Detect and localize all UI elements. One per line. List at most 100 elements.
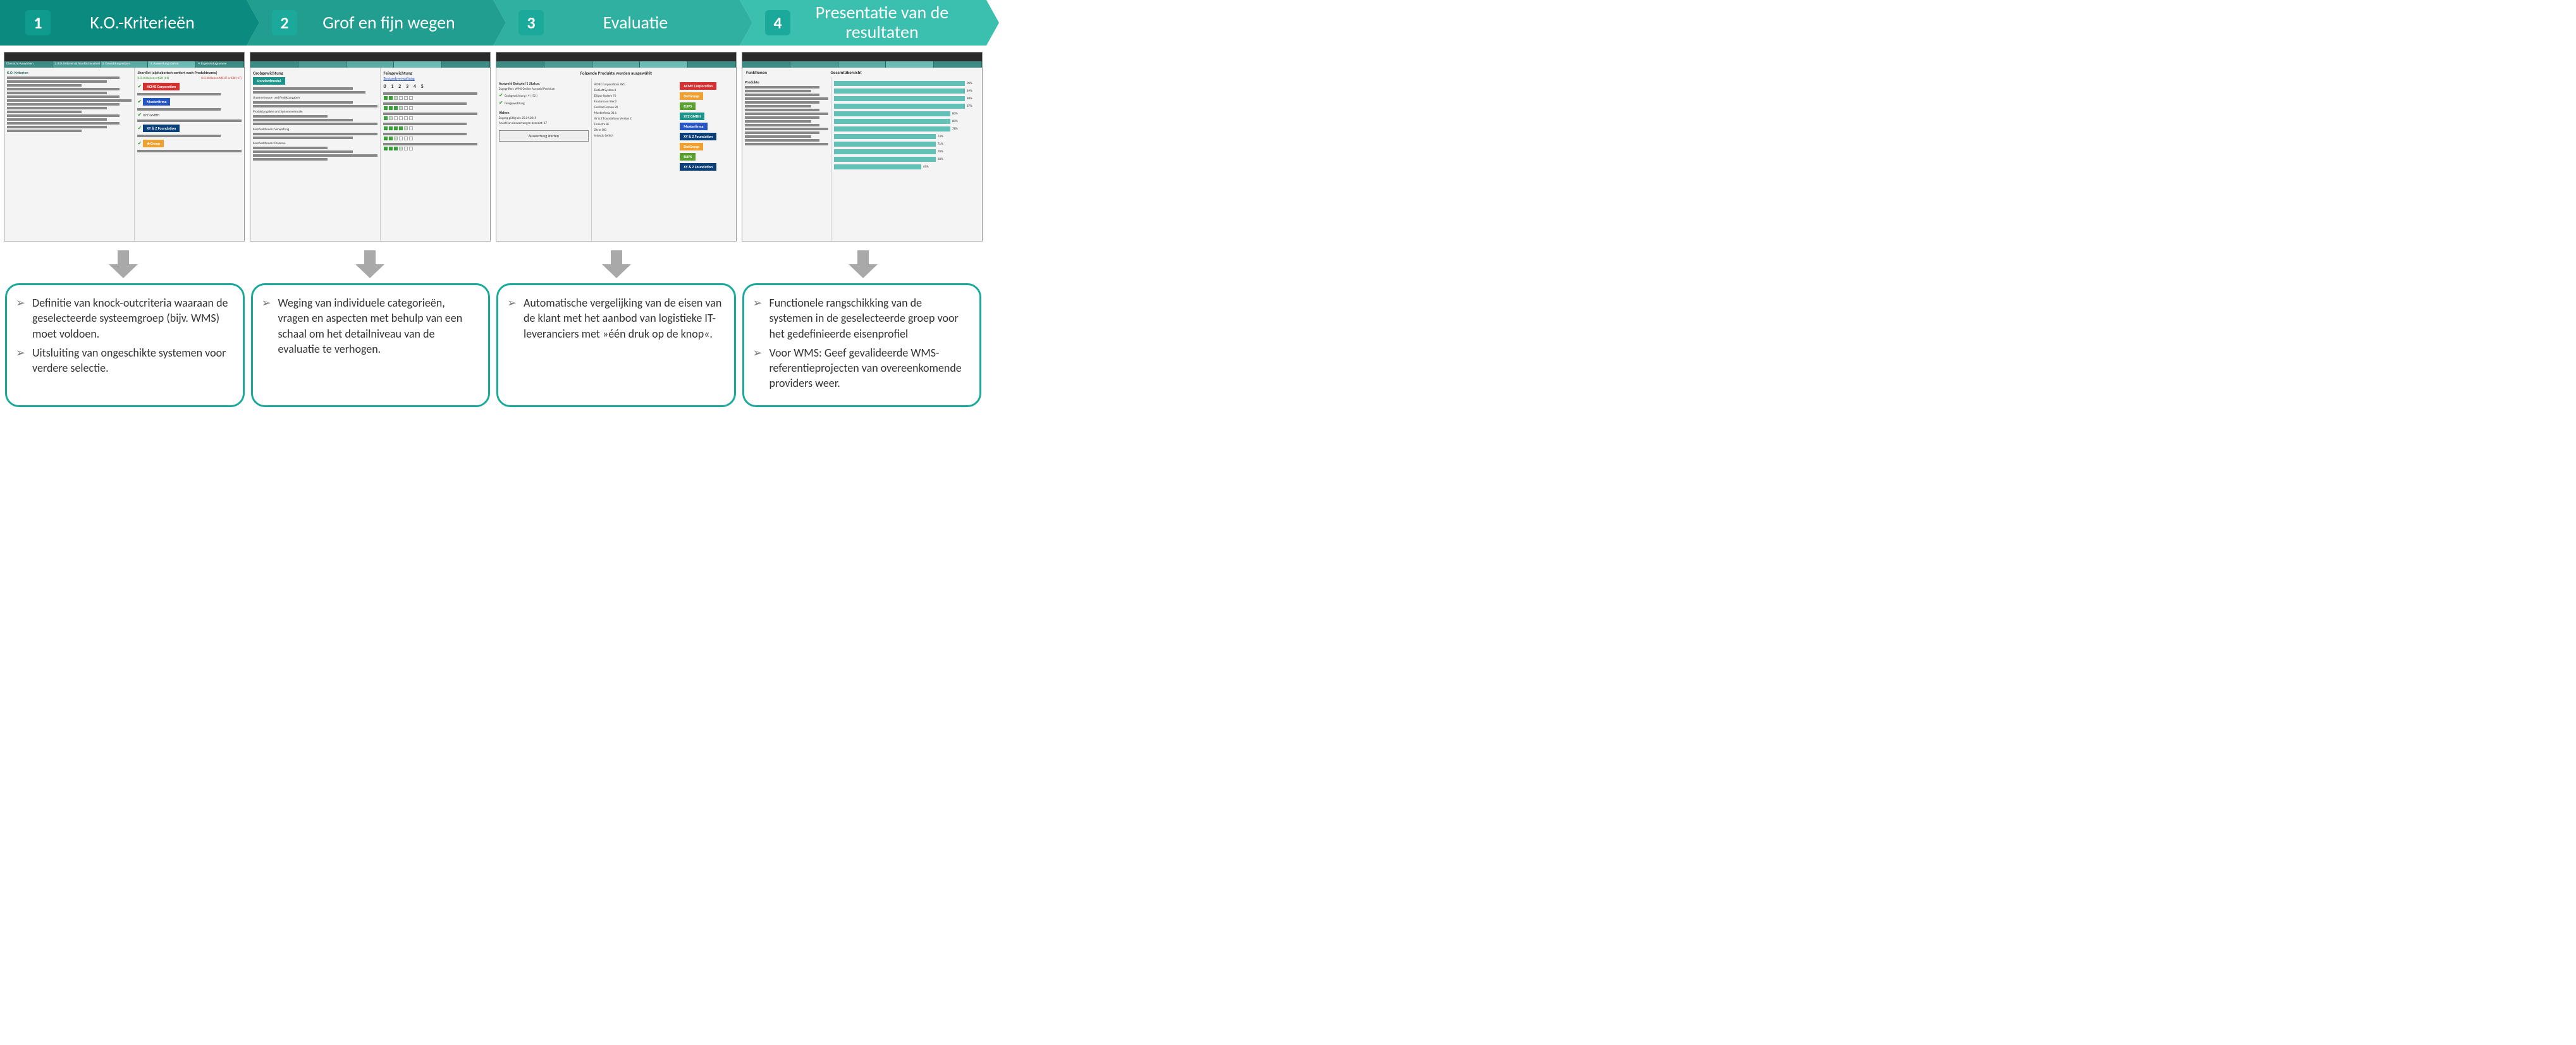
product-item: Gorillaz Demon 20 [594, 106, 680, 109]
screenshot-ko-criteria: Übersicht Auswählen 1. K.O.-Kriterien & … [4, 52, 245, 241]
result-pct: 70% [938, 150, 943, 154]
module-tag: Standardmodul [253, 77, 285, 85]
down-arrow-icon [109, 250, 138, 279]
step-title: K.O.-Kriterieën [51, 13, 247, 33]
product-item: ACME Corporations 891 [594, 83, 680, 87]
not-fulfilled-label: K.O.-Kriterien NICHT erfüllt (17) [201, 76, 242, 80]
start-evaluation-button[interactable]: Auswertung starten [499, 130, 589, 142]
shortlist-heading: Shortlist (alphabetisch sortiert nach Pr… [137, 70, 242, 75]
screenshot-weighting: Grobgewichtung Standardmodul Unternehmen… [250, 52, 491, 241]
vendor-badge: XY & Z Foundation [680, 163, 716, 171]
fulfilled-label: K.O.-Kriterien erfüllt (61) [137, 76, 201, 80]
section-heading: K.O.-Kriterien [7, 70, 132, 75]
vendor-badge: XY & Z Foundation [680, 133, 716, 140]
screenshots-row: Übersicht Auswählen 1. K.O.-Kriterien & … [0, 49, 986, 244]
status-line: Feingewichtung [505, 102, 525, 106]
result-bar [834, 149, 936, 154]
step-3-chevron: 3 Evaluatie [493, 0, 740, 46]
description-box-1: Definitie van knock-outcriteria waaraan … [5, 283, 245, 407]
vendor-badge: Musterfirma [680, 123, 707, 130]
coarse-weight-title: Grobgewichtung [253, 70, 377, 76]
result-pct: 88% [967, 97, 972, 101]
product-item: XY & Z Foundations Version 2 [594, 117, 680, 121]
col-heading: Funktionen [746, 70, 830, 75]
result-pct: 68% [938, 157, 943, 161]
fine-weight-title: Feingewichtung [383, 70, 488, 76]
col-heading: Gesamtübersicht [830, 70, 978, 75]
result-bar [834, 89, 965, 94]
status-title: Auswahl Beispiel 1 Status: [499, 81, 589, 86]
step-number: 1 [25, 10, 51, 35]
result-pct: 80% [952, 112, 958, 116]
vendor-badge: XYZ GMBH [680, 113, 704, 120]
tab: 1. K.O.-Kriterien & Shortlist bearbeiten [52, 61, 101, 68]
tab: 3. Auswertung starten [148, 61, 196, 68]
vendor-badge: ELIPS [680, 153, 696, 161]
result-bar [834, 104, 965, 109]
vendor-badge: Musterfirma [143, 98, 170, 106]
product-item: Fenestre BE [594, 123, 680, 126]
result-pct: 65% [923, 165, 929, 169]
description-bullet: Voor WMS: Geef gevalideerde WMS-referent… [753, 345, 969, 391]
valid-until: Zugang gültig bis: 25.04.2019 [499, 116, 589, 120]
vendor-badge: ELIPS [680, 102, 696, 110]
product-item: Musterfirma 30.1 [594, 111, 680, 115]
step-number: 3 [518, 10, 544, 35]
scale-label: 0 1 2 3 4 5 [383, 83, 488, 90]
description-bullet: Functionele rangschikking van de systeme… [753, 295, 969, 341]
description-box-2: Weging van individuele categorieën, vrag… [251, 283, 491, 407]
result-bar [834, 96, 965, 101]
screenshot-results: Funktionen Gesamtübersicht Produkte 90% … [742, 52, 983, 241]
description-bullet: Uitsluiting van ongeschikte systemen voo… [16, 345, 231, 376]
down-arrow-icon [355, 250, 384, 279]
description-bullet: Weging van individuele categorieën, vrag… [262, 295, 477, 357]
result-pct: 80% [952, 119, 958, 123]
result-bar [834, 164, 921, 169]
descriptions-row: Definitie van knock-outcriteria waaraan … [0, 283, 986, 412]
eval-count: Anzahl an Auswertungen beendet: 17 [499, 121, 589, 125]
result-bar [834, 81, 965, 86]
result-bar [834, 142, 936, 147]
screenshot-evaluation: Folgende Produkte wurden ausgewählt Ausw… [496, 52, 737, 241]
tab: Übersicht Auswählen [4, 61, 52, 68]
down-arrow-icon [602, 250, 631, 279]
step-2-chevron: 2 Grof en fijn wegen [247, 0, 493, 46]
description-bullet: Definitie van knock-outcriteria waaraan … [16, 295, 231, 341]
product-item: Ellipse System 76 [594, 94, 680, 98]
action-heading: Aktion [499, 110, 589, 115]
description-box-4: Functionele rangschikking van de systeme… [742, 283, 982, 407]
step-1-chevron: 1 K.O.-Kriterieën [0, 0, 247, 46]
result-bar [834, 157, 936, 162]
result-pct: 78% [952, 127, 958, 131]
result-bar [834, 119, 950, 124]
result-pct: 90% [967, 82, 972, 85]
step-title: Evaluatie [544, 13, 740, 33]
down-arrow-icon [849, 250, 878, 279]
tab: 2. Gewichtung setzen [101, 61, 149, 68]
fine-weight-link: Bestandsverwaltung [383, 76, 488, 81]
product-item: Featurecon Vier.0 [594, 100, 680, 104]
process-steps-header: 1 K.O.-Kriterieën 2 Grof en fijn wegen 3… [0, 0, 986, 46]
status-line: Zugegriffen: WMS Online Auswahl Premium [499, 87, 589, 91]
result-bar [834, 126, 950, 131]
result-bar [834, 111, 950, 116]
description-bullet: Automatische vergelijking van de eisen v… [507, 295, 723, 341]
result-pct: 71% [938, 142, 943, 146]
tab: 4. Ergebnisdiagramme [196, 61, 244, 68]
result-pct: 74% [938, 135, 943, 138]
status-line: Grobgewichtung ( 4 | 52 ) [505, 94, 537, 98]
result-pct: 87% [967, 104, 972, 108]
arrows-row [0, 244, 986, 283]
product-item: Zitrin 500 [594, 128, 680, 132]
vendor-badge: ACME Corporation [680, 82, 716, 90]
result-pct: 89% [967, 89, 972, 93]
result-bar [834, 134, 936, 139]
products-heading: Produkte [745, 80, 828, 85]
product-item: DotSoft System 8 [594, 89, 680, 92]
product-item: Intendo Switch [594, 134, 680, 138]
step-title: Presentatie van de resultaten [790, 3, 986, 42]
step-number: 2 [272, 10, 297, 35]
vendor-badge: DotGroup [680, 143, 703, 150]
vendor-badge: XY & Z Foundation [143, 125, 180, 132]
description-box-3: Automatische vergelijking van de eisen v… [496, 283, 736, 407]
